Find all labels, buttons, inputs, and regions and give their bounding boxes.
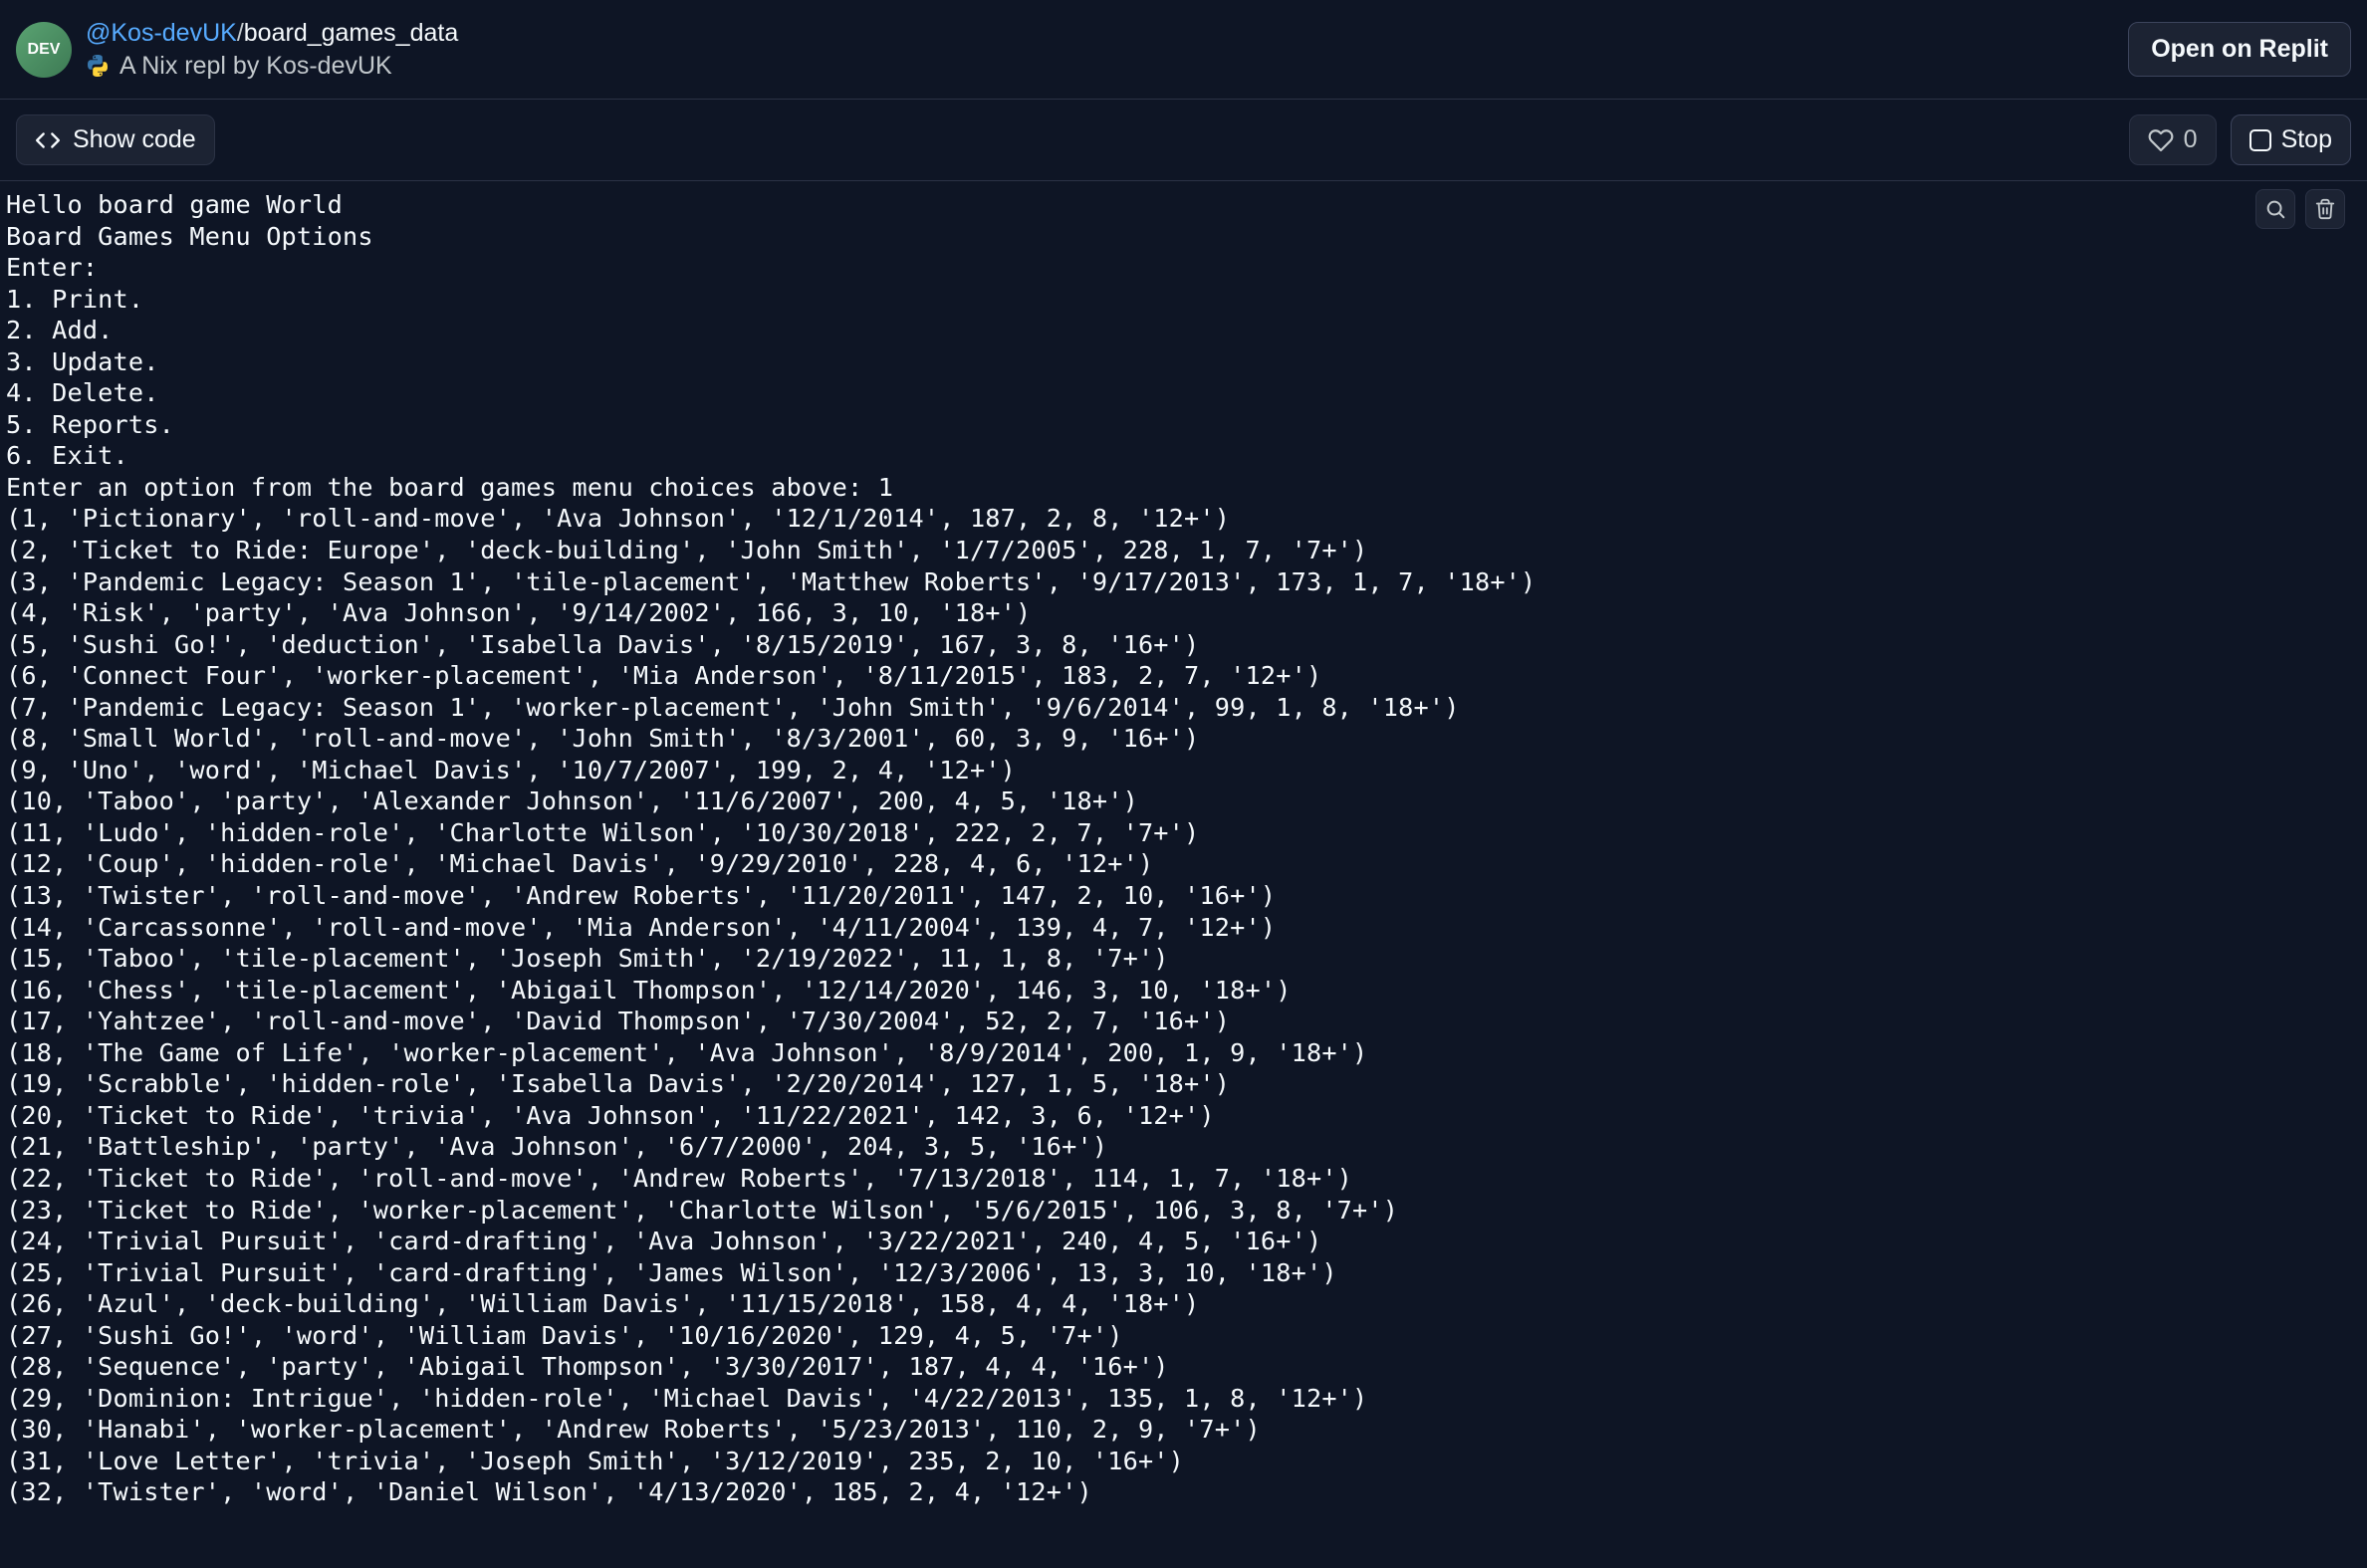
show-code-label: Show code (73, 125, 196, 154)
breadcrumb-separator: / (237, 19, 244, 48)
toolbar-right: 0 Stop (2129, 114, 2351, 165)
open-on-replit-button[interactable]: Open on Replit (2128, 22, 2351, 77)
subtitle-row: A Nix repl by Kos-devUK (86, 52, 458, 81)
heart-icon (2148, 127, 2174, 153)
stop-label: Stop (2281, 125, 2332, 154)
breadcrumb-column: @Kos-devUK / board_games_data A Nix repl… (86, 19, 458, 81)
code-icon (35, 127, 61, 153)
like-count: 0 (2184, 125, 2198, 154)
console-wrapper: Hello board game World Board Games Menu … (0, 181, 2367, 1516)
subtitle-text: A Nix repl by Kos-devUK (119, 52, 392, 81)
like-button[interactable]: 0 (2129, 114, 2217, 165)
toolbar-left: Show code (16, 114, 215, 165)
toolbar: Show code 0 Stop (0, 100, 2367, 181)
search-icon (2264, 198, 2286, 220)
repo-name[interactable]: board_games_data (244, 19, 458, 48)
console-clear-button[interactable] (2305, 189, 2345, 229)
user-link[interactable]: @Kos-devUK (86, 19, 237, 48)
breadcrumb: @Kos-devUK / board_games_data (86, 19, 458, 48)
avatar-text: DEV (28, 41, 61, 59)
header: DEV @Kos-devUK / board_games_data A Nix … (0, 0, 2367, 100)
trash-icon (2314, 198, 2336, 220)
console-search-button[interactable] (2255, 189, 2295, 229)
stop-icon (2249, 129, 2271, 151)
python-icon (86, 54, 110, 78)
header-left: DEV @Kos-devUK / board_games_data A Nix … (16, 19, 458, 81)
show-code-button[interactable]: Show code (16, 114, 215, 165)
console-actions (2255, 189, 2345, 229)
stop-button[interactable]: Stop (2231, 114, 2351, 165)
avatar[interactable]: DEV (16, 22, 72, 78)
console-output[interactable]: Hello board game World Board Games Menu … (6, 189, 2361, 1508)
